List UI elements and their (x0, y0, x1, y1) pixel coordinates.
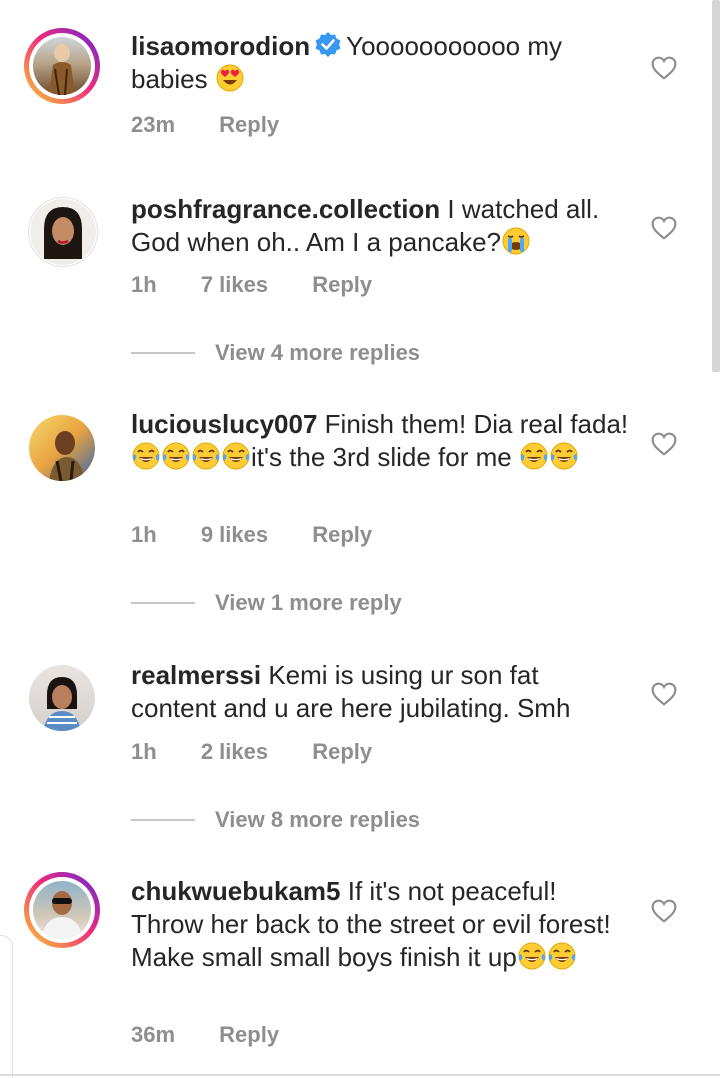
comment-text: realmerssi Kemi is using ur son fat cont… (131, 659, 631, 725)
comment-time: 36m (131, 1022, 176, 1047)
view-more-replies[interactable]: View 8 more replies (131, 805, 420, 835)
tears-of-joy-emoji-icon (221, 441, 251, 471)
comment-meta: 1h 9 likes Reply (131, 522, 372, 548)
comment-time: 1h (131, 739, 157, 764)
tears-of-joy-emoji-icon (549, 441, 579, 471)
reply-button[interactable]: Reply (312, 522, 372, 547)
view-more-replies[interactable]: View 4 more replies (131, 338, 420, 368)
tears-of-joy-emoji-icon (519, 441, 549, 471)
reply-button[interactable]: Reply (219, 1022, 279, 1047)
view-more-replies[interactable]: View 1 more reply (131, 588, 402, 618)
tears-of-joy-emoji-icon (191, 441, 221, 471)
tears-of-joy-emoji-icon (161, 441, 191, 471)
reply-button[interactable]: Reply (219, 112, 279, 137)
comment-body-continued: it's the 3rd slide for me (251, 442, 512, 472)
tears-of-joy-emoji-icon (131, 441, 161, 471)
avatar-container[interactable] (24, 410, 100, 486)
avatar (29, 415, 95, 481)
likes-count[interactable]: 7 likes (201, 272, 268, 297)
comment-username[interactable]: realmerssi (131, 660, 261, 690)
comment-meta: 23m Reply (131, 112, 279, 138)
like-heart-icon[interactable] (651, 899, 677, 923)
like-heart-icon[interactable] (651, 432, 677, 456)
comment-time: 23m (131, 112, 176, 137)
tears-of-joy-emoji-icon (517, 941, 547, 971)
comment-meta: 36m Reply (131, 1022, 279, 1048)
comment-meta: 1h 2 likes Reply (131, 739, 372, 765)
scrollbar-thumb[interactable] (712, 0, 720, 372)
avatar-container[interactable] (24, 660, 100, 736)
comment-time: 1h (131, 272, 157, 297)
likes-count[interactable]: 9 likes (201, 522, 268, 547)
like-heart-icon[interactable] (651, 216, 677, 240)
like-heart-icon[interactable] (651, 56, 677, 80)
likes-count[interactable]: 2 likes (201, 739, 268, 764)
verified-badge-icon (314, 31, 342, 59)
heart-eyes-emoji-icon (215, 63, 245, 93)
comment-meta: 1h 7 likes Reply (131, 272, 372, 298)
comment-username[interactable]: lisaomorodion (131, 31, 310, 61)
comment-username[interactable]: chukwuebukam5 (131, 876, 341, 906)
reply-button[interactable]: Reply (312, 739, 372, 764)
bottom-divider (0, 1074, 720, 1076)
like-heart-icon[interactable] (651, 682, 677, 706)
comment-text: chukwuebukam5 If it's not peaceful! Thro… (131, 875, 631, 974)
comment-text: lisaomorodion Yooooooooooo my babies (131, 30, 631, 96)
view-replies-label[interactable]: View 8 more replies (215, 807, 420, 833)
comment-text: luciouslucy007 Finish them! Dia real fad… (131, 408, 631, 474)
divider-line (131, 819, 195, 821)
divider-line (131, 602, 195, 604)
view-replies-label[interactable]: View 4 more replies (215, 340, 420, 366)
divider-line (131, 352, 195, 354)
comment-text: poshfragrance.collection I watched all. … (131, 193, 631, 259)
comment-username[interactable]: poshfragrance.collection (131, 194, 440, 224)
avatar-story-ring[interactable] (24, 28, 100, 104)
avatar-story-ring[interactable] (24, 872, 100, 948)
avatar-container[interactable] (24, 193, 100, 269)
view-replies-label[interactable]: View 1 more reply (215, 590, 402, 616)
crying-emoji-icon (501, 226, 531, 256)
tears-of-joy-emoji-icon (547, 941, 577, 971)
avatar (29, 665, 95, 731)
comment-body: Finish them! Dia real fada! (324, 409, 629, 439)
comment-time: 1h (131, 522, 157, 547)
avatar (30, 199, 96, 265)
avatar (33, 37, 91, 95)
reply-button[interactable]: Reply (312, 272, 372, 297)
comment-username[interactable]: luciouslucy007 (131, 409, 317, 439)
panel-edge (0, 935, 13, 1078)
avatar (33, 881, 91, 939)
